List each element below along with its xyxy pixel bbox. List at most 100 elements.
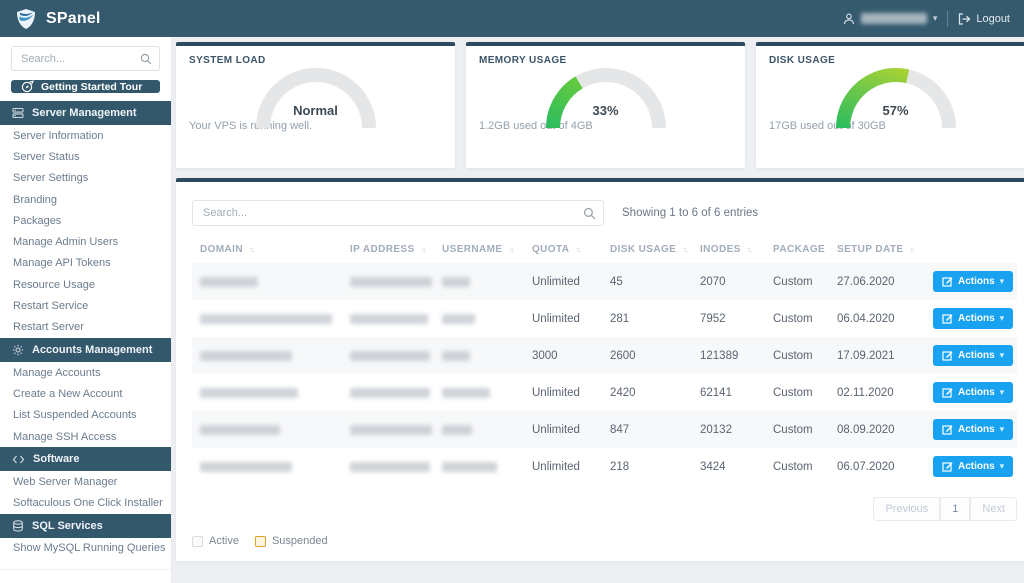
edit-icon [942,387,953,398]
chevron-down-icon: ▾ [1000,276,1005,287]
edit-icon [942,461,953,472]
logout-icon [958,12,971,24]
column-header-inodes[interactable]: Inodes↑↓ [692,236,765,263]
sidebar-item-server-information[interactable]: Server Information [0,125,171,146]
setup-date-cell: 27.06.2020 [829,263,925,300]
database-icon [12,520,24,532]
column-header-domain[interactable]: Domain↑↓ [192,236,342,263]
legend-item-suspended: Suspended [255,535,328,547]
redacted-domain [200,351,292,361]
accounts-panel: Showing 1 to 6 of 6 entries Domain↑↓IP A… [176,178,1024,561]
column-header-package: Package [765,236,829,263]
accounts-table: Domain↑↓IP Address↑↓Username↑↓Quota↑↓Dis… [192,236,1017,485]
column-header-disk-usage[interactable]: Disk Usage↑↓ [602,236,692,263]
quota-cell: Unlimited [524,411,602,448]
actions-button[interactable]: Actions ▾ [933,271,1013,292]
sidebar-item-list-suspended-accounts[interactable]: List Suspended Accounts [0,405,171,426]
redacted-domain [200,425,280,435]
table-row: Unlimited 218 3424 Custom 06.07.2020 Act… [192,448,1017,485]
sort-arrows-icon: ↑↓ [909,245,913,254]
sidebar-item-packages[interactable]: Packages [0,210,171,231]
setup-date-cell: 02.11.2020 [829,374,925,411]
actions-button[interactable]: Actions ▾ [933,419,1013,440]
redacted-domain [200,462,292,472]
redacted-username [442,425,472,435]
inodes-cell: 20132 [692,411,765,448]
chevron-down-icon: ▾ [1000,387,1005,398]
inodes-cell: 2070 [692,263,765,300]
gear-icon [12,344,24,356]
search-icon [583,206,596,220]
card-title: SYSTEM LOAD [189,55,442,66]
actions-button[interactable]: Actions ▾ [933,308,1013,329]
sidebar-section-server-management[interactable]: Server Management [0,101,171,125]
sidebar-item-server-status[interactable]: Server Status [0,146,171,167]
pagination: Previous 1 Next [192,497,1017,521]
column-header-actions [925,236,1017,263]
sidebar-section-software[interactable]: Software [0,447,171,471]
quota-cell: Unlimited [524,300,602,337]
card-title: DISK USAGE [769,55,1022,66]
sort-arrows-icon: ↑↓ [249,245,253,254]
page-number-button[interactable]: 1 [940,497,970,521]
sidebar-item-softaculous-one-click-installer[interactable]: Softaculous One Click Installer [0,492,171,513]
sidebar-item-manage-accounts[interactable]: Manage Accounts [0,362,171,383]
sidebar-item-resource-usage[interactable]: Resource Usage [0,274,171,295]
sidebar-item-restart-server[interactable]: Restart Server [0,317,171,338]
sidebar-item-show-mysql-running-queries[interactable]: Show MySQL Running Queries [0,538,171,559]
sidebar-search-input[interactable] [11,46,160,71]
column-header-username[interactable]: Username↑↓ [434,236,524,263]
sidebar-section-accounts-management[interactable]: Accounts Management [0,338,171,362]
inodes-cell: 62141 [692,374,765,411]
card-title: MEMORY USAGE [479,55,732,66]
setup-date-cell: 06.04.2020 [829,300,925,337]
redacted-username [861,13,927,24]
actions-button[interactable]: Actions ▾ [933,456,1013,477]
sidebar-item-manage-api-tokens[interactable]: Manage API Tokens [0,253,171,274]
chevron-down-icon: ▾ [1000,424,1005,435]
sidebar-item-web-server-manager[interactable]: Web Server Manager [0,471,171,492]
tour-compass-icon [21,80,34,93]
sidebar-item-restart-service[interactable]: Restart Service [0,295,171,316]
disk-usage-cell: 45 [602,263,692,300]
redacted-ip-address [350,314,428,324]
table-row: 3000 2600 121389 Custom 17.09.2021 Actio… [192,337,1017,374]
sidebar-footer: © SPanel. All rights reserved. [0,569,171,583]
table-row: Unlimited 847 20132 Custom 08.09.2020 Ac… [192,411,1017,448]
logout-button[interactable]: Logout [958,12,1010,24]
column-header-ip-address[interactable]: IP Address↑↓ [342,236,434,263]
logout-label: Logout [976,13,1010,25]
chevron-down-icon: ▾ [933,13,938,24]
sidebar-item-branding[interactable]: Branding [0,189,171,210]
setup-date-cell: 17.09.2021 [829,337,925,374]
redacted-username [442,462,497,472]
getting-started-tour-button[interactable]: Getting Started Tour [11,80,160,93]
sidebar-item-manage-admin-users[interactable]: Manage Admin Users [0,231,171,252]
sidebar-item-server-settings[interactable]: Server Settings [0,168,171,189]
table-search-input[interactable] [192,200,604,226]
actions-button[interactable]: Actions ▾ [933,382,1013,403]
sidebar-item-create-a-new-account[interactable]: Create a New Account [0,383,171,404]
package-cell: Custom [765,448,829,485]
actions-button[interactable]: Actions ▾ [933,345,1013,366]
quota-cell: Unlimited [524,374,602,411]
sidebar-item-manage-ssh-access[interactable]: Manage SSH Access [0,426,171,447]
setup-date-cell: 06.07.2020 [829,448,925,485]
column-header-setup-date[interactable]: Setup Date↑↓ [829,236,925,263]
next-page-button[interactable]: Next [970,497,1017,521]
sidebar-section-sql-services[interactable]: SQL Services [0,514,171,538]
disk-usage-card: DISK USAGE 57% 17GB used out of 30GB [756,42,1024,168]
main-content: SYSTEM LOAD Normal Your VPS is running w… [172,37,1024,583]
edit-icon [942,313,953,324]
chevron-down-icon: ▾ [1000,350,1005,361]
column-header-quota[interactable]: Quota↑↓ [524,236,602,263]
quota-cell: Unlimited [524,263,602,300]
package-cell: Custom [765,300,829,337]
brand[interactable]: SPanel [14,8,101,30]
gauge-value: Normal [241,103,391,118]
user-menu[interactable]: ▾ [843,12,938,24]
sort-arrows-icon: ↑↓ [421,245,425,254]
redacted-ip-address [350,462,430,472]
disk-usage-cell: 218 [602,448,692,485]
previous-page-button[interactable]: Previous [873,497,940,521]
